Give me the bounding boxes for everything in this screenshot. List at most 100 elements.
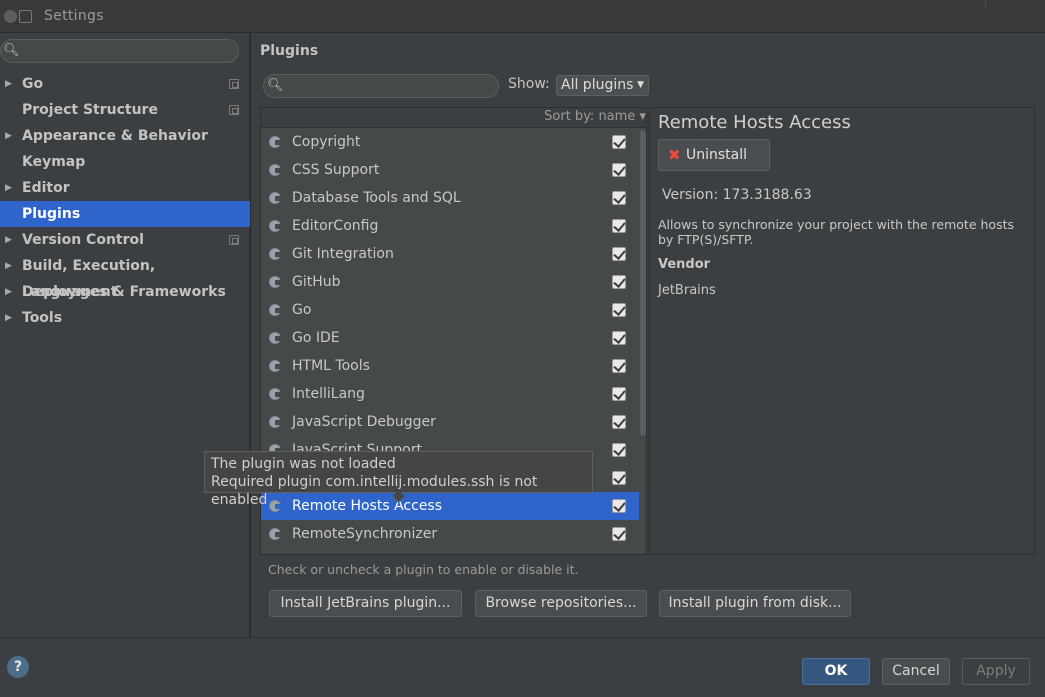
cancel-button[interactable]: Cancel [882, 658, 950, 685]
chevron-right-icon[interactable]: ▶ [5, 71, 12, 97]
plugin-icon [269, 220, 282, 232]
show-filter-dropdown[interactable]: All plugins ▼ [556, 75, 649, 96]
uninstall-button[interactable]: ✖ Uninstall [658, 139, 770, 171]
plugin-enabled-checkbox[interactable] [612, 163, 626, 177]
sidebar-item-label: Go [22, 76, 44, 92]
sort-bar: Sort by: name ▾ [261, 108, 646, 128]
sidebar-item-label: Languages & Frameworks [22, 284, 226, 300]
search-icon: 🔍︎ [267, 78, 284, 93]
chevron-right-icon[interactable]: ▶ [5, 175, 12, 201]
sidebar-item-go[interactable]: ▶ Go [0, 71, 250, 97]
vendor-heading: Vendor [658, 257, 711, 272]
title-divider [985, 0, 986, 8]
plugin-enabled-checkbox[interactable] [612, 247, 626, 261]
project-settings-icon [229, 105, 239, 115]
plugin-enabled-checkbox[interactable] [612, 275, 626, 289]
plugin-row[interactable]: JavaScript Debugger [261, 408, 639, 436]
plugin-row[interactable]: Copyright [261, 128, 639, 156]
plugin-enabled-checkbox[interactable] [612, 415, 626, 429]
install-from-disk-button[interactable]: Install plugin from disk... [659, 590, 851, 617]
vendor-name: JetBrains [658, 283, 716, 298]
plugin-enabled-checkbox[interactable] [612, 191, 626, 205]
install-jetbrains-plugin-button[interactable]: Install JetBrains plugin... [269, 590, 462, 617]
settings-tree: ▶ Go Project Structure ▶ Appearance & Behavi… [0, 71, 250, 331]
plugin-icon [269, 332, 282, 344]
plugin-enabled-checkbox[interactable] [612, 331, 626, 345]
sidebar-item-version-control[interactable]: ▶ Version Control [0, 227, 250, 253]
plugin-tooltip: The plugin was not loaded Required plugi… [204, 451, 593, 508]
help-icon[interactable]: ? [7, 656, 29, 678]
plugin-enabled-checkbox[interactable] [612, 443, 626, 457]
plugin-enabled-checkbox[interactable] [612, 499, 626, 513]
plugin-name: Git Integration [292, 246, 394, 262]
plugin-hint: Check or uncheck a plugin to enable or d… [268, 562, 579, 577]
chevron-right-icon[interactable]: ▶ [5, 227, 12, 253]
settings-search-input[interactable]: 🔍︎ [0, 39, 239, 63]
chevron-right-icon[interactable]: ▶ [5, 305, 12, 331]
plugin-row[interactable]: Go IDE [261, 324, 639, 352]
plugin-icon [269, 304, 282, 316]
settings-sidebar: 🔍︎ ▶ Go Project Structure ▶ Appearance & Beh… [0, 33, 250, 637]
plugin-row[interactable]: Git Integration [261, 240, 639, 268]
plugin-enabled-checkbox[interactable] [612, 527, 626, 541]
dialog-footer: ? OK Cancel Apply [0, 637, 1045, 697]
chevron-down-icon: ▼ [637, 80, 644, 90]
window-close-icon[interactable] [4, 10, 17, 23]
sidebar-item-label: Editor [22, 180, 70, 196]
project-settings-icon [229, 79, 239, 89]
plugin-row[interactable]: GitHub [261, 268, 639, 296]
plugin-row[interactable]: CSS Support [261, 156, 639, 184]
show-filter-value: All plugins [561, 77, 634, 93]
plugin-name: Database Tools and SQL [292, 190, 461, 206]
sidebar-item-editor[interactable]: ▶ Editor [0, 175, 250, 201]
plugin-row[interactable]: IntelliLang [261, 380, 639, 408]
plugin-icon [269, 388, 282, 400]
plugin-enabled-checkbox[interactable] [612, 303, 626, 317]
plugin-row[interactable] [261, 548, 639, 554]
plugin-row[interactable]: Database Tools and SQL [261, 184, 639, 212]
window-maximize-icon[interactable] [19, 10, 32, 23]
list-scrollbar[interactable] [640, 130, 646, 436]
plugin-name: EditorConfig [292, 218, 379, 234]
browse-repositories-button[interactable]: Browse repositories... [475, 590, 647, 617]
title-bar: Settings [0, 0, 1045, 33]
plugin-name: CSS Support [292, 162, 380, 178]
tooltip-line-1: The plugin was not loaded [211, 456, 396, 472]
plugin-enabled-checkbox[interactable] [612, 135, 626, 149]
plugin-enabled-checkbox[interactable] [612, 471, 626, 485]
sidebar-item-plugins[interactable]: Plugins [0, 201, 250, 227]
plugin-row[interactable]: EditorConfig [261, 212, 639, 240]
sidebar-item-tools[interactable]: ▶ Tools [0, 305, 250, 331]
sidebar-item-appearance-behavior[interactable]: ▶ Appearance & Behavior [0, 123, 250, 149]
uninstall-label: Uninstall [686, 147, 748, 163]
plugin-icon [269, 164, 282, 176]
sidebar-item-languages-frameworks[interactable]: ▶ Languages & Frameworks [0, 279, 250, 305]
plugin-row[interactable]: Go [261, 296, 639, 324]
plugin-icon [269, 276, 282, 288]
plugin-row[interactable]: HTML Tools [261, 352, 639, 380]
sort-by-dropdown[interactable]: Sort by: name ▾ [544, 109, 646, 124]
chevron-right-icon[interactable]: ▶ [5, 279, 12, 305]
chevron-right-icon[interactable]: ▶ [5, 123, 12, 149]
plugin-name: JavaScript Debugger [292, 414, 436, 430]
plugin-description: Allows to synchronize your project with … [658, 217, 1014, 247]
plugin-name: Copyright [292, 134, 361, 150]
sidebar-item-keymap[interactable]: Keymap [0, 149, 250, 175]
plugin-enabled-checkbox[interactable] [612, 359, 626, 373]
plugin-name: GitHub [292, 274, 341, 290]
show-label: Show: [508, 76, 550, 92]
sidebar-item-label: Version Control [22, 232, 144, 248]
plugin-enabled-checkbox[interactable] [612, 219, 626, 233]
window-title: Settings [44, 8, 104, 24]
sidebar-item-label: Tools [22, 310, 63, 326]
chevron-right-icon[interactable]: ▶ [5, 253, 12, 279]
plugin-enabled-checkbox[interactable] [612, 387, 626, 401]
ok-button[interactable]: OK [802, 658, 870, 685]
sidebar-item-project-structure[interactable]: Project Structure [0, 97, 250, 123]
apply-button[interactable]: Apply [962, 658, 1030, 685]
plugin-name: Go IDE [292, 330, 340, 346]
sidebar-item-build-execution-deployment[interactable]: ▶ Build, Execution, Deployment [0, 253, 250, 300]
plugin-search-input[interactable]: 🔍︎ [263, 74, 499, 98]
plugin-row[interactable]: RemoteSynchronizer [261, 520, 639, 548]
plugin-icon [269, 136, 282, 148]
